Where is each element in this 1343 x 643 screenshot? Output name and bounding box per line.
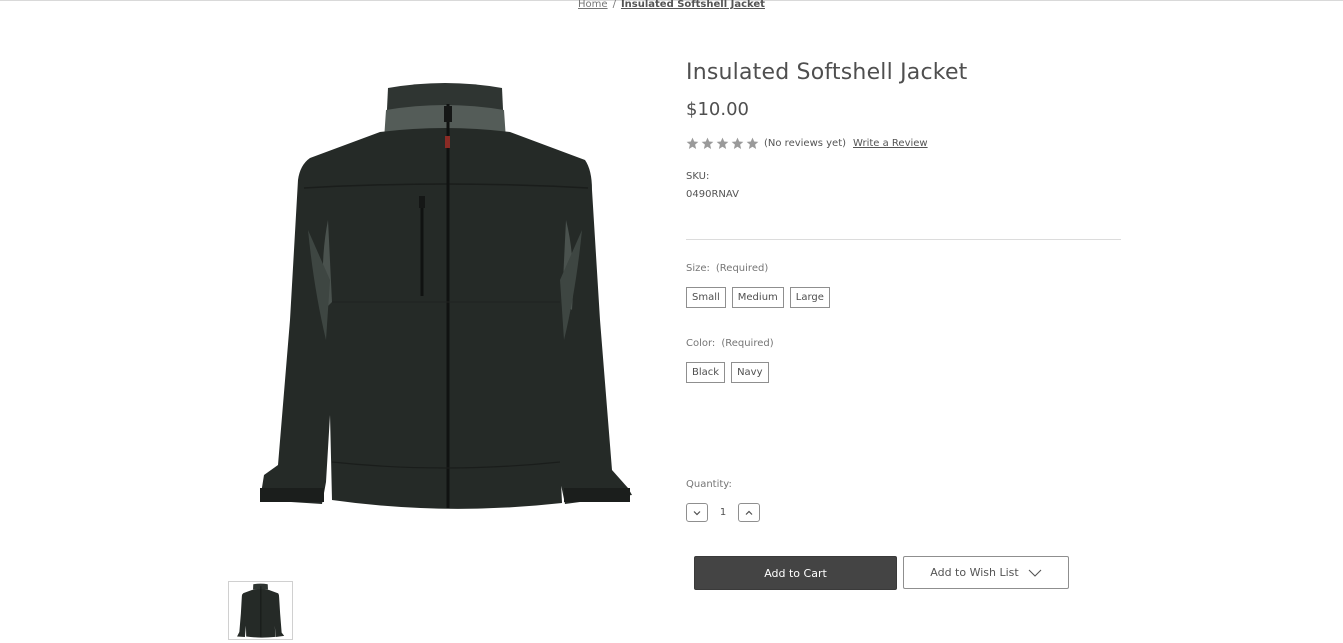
star-icon xyxy=(701,137,714,150)
product-thumbnail[interactable] xyxy=(228,581,293,640)
quantity-increase-button[interactable] xyxy=(738,503,760,522)
quantity-stepper: 1 xyxy=(686,503,760,522)
breadcrumb-current[interactable]: Insulated Softshell Jacket xyxy=(621,0,765,10)
size-options: Small Medium Large xyxy=(686,287,836,308)
write-review-link[interactable]: Write a Review xyxy=(853,138,928,149)
color-required: (Required) xyxy=(721,338,774,349)
section-divider xyxy=(686,239,1121,240)
star-icon xyxy=(686,137,699,150)
thumbnail-image xyxy=(237,583,285,638)
quantity-label: Quantity: xyxy=(686,479,732,490)
size-option-small[interactable]: Small xyxy=(686,287,726,308)
chevron-up-icon xyxy=(745,510,753,515)
product-main-image[interactable] xyxy=(240,70,650,520)
color-options: Black Navy xyxy=(686,362,775,383)
size-option-label: Size: (Required) xyxy=(686,263,768,274)
size-required: (Required) xyxy=(715,263,769,274)
star-icon xyxy=(731,137,744,150)
color-option-navy[interactable]: Navy xyxy=(731,362,769,383)
product-title: Insulated Softshell Jacket xyxy=(686,60,968,85)
chevron-down-icon xyxy=(693,510,701,515)
size-option-medium[interactable]: Medium xyxy=(731,287,784,308)
star-icon xyxy=(746,137,759,150)
breadcrumb-home-link[interactable]: Home xyxy=(578,0,608,10)
chevron-down-icon xyxy=(1028,569,1042,577)
add-to-wishlist-button[interactable]: Add to Wish List xyxy=(903,556,1069,589)
star-icon xyxy=(716,137,729,150)
wishlist-label: Add to Wish List xyxy=(930,566,1019,579)
product-price: $10.00 xyxy=(686,99,749,120)
rating-stars xyxy=(686,137,761,150)
color-label: Color: xyxy=(686,338,716,349)
breadcrumb-separator: / xyxy=(612,0,616,10)
color-option-label: Color: (Required) xyxy=(686,338,774,349)
size-label: Size: xyxy=(686,263,710,274)
quantity-decrease-button[interactable] xyxy=(686,503,708,522)
quantity-input[interactable]: 1 xyxy=(708,507,738,518)
sku-value: 0490RNAV xyxy=(686,189,739,200)
color-option-black[interactable]: Black xyxy=(686,362,726,383)
breadcrumb: Home / Insulated Softshell Jacket xyxy=(0,0,1343,10)
size-option-large[interactable]: Large xyxy=(789,287,830,308)
add-to-cart-button[interactable]: Add to Cart xyxy=(694,556,897,590)
sku-label: SKU: xyxy=(686,171,710,182)
reviews-count-text: (No reviews yet) xyxy=(764,138,847,149)
product-rating: (No reviews yet) Write a Review xyxy=(686,137,928,150)
